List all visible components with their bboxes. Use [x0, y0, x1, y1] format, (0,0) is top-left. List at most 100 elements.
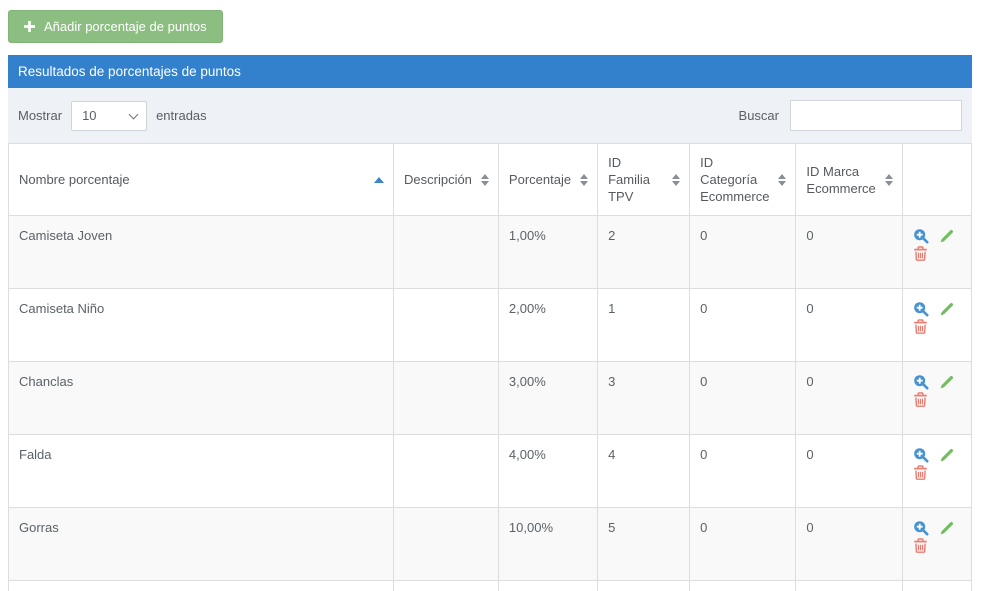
cell-descripcion [393, 580, 499, 591]
column-header-id-familia-tpv[interactable]: ID Familia TPV [597, 143, 691, 216]
entries-select-wrap: 10 [71, 100, 148, 131]
cell-descripcion [393, 215, 499, 289]
panel-header: Resultados de porcentajes de puntos [8, 55, 972, 88]
cell-porcentaje: 2,00% [497, 288, 599, 362]
cell-actions [901, 361, 973, 435]
zoom-in-icon[interactable] [913, 447, 929, 463]
plus-icon [24, 21, 35, 32]
edit-icon[interactable] [939, 520, 955, 536]
results-table: Nombre porcentaje Descripción Porcentaje [8, 143, 973, 591]
search-label: Buscar [738, 108, 779, 123]
delete-icon[interactable] [913, 465, 928, 481]
sort-both-icon [884, 173, 893, 186]
table-row: Camiseta Joven 1,00% 2 0 0 [8, 215, 973, 289]
search-input[interactable] [790, 100, 962, 131]
cell-actions [901, 215, 973, 289]
cell-actions [901, 580, 973, 591]
cell-id-marca-ecommerce: 0 [795, 215, 903, 289]
table-row: Pantalones 8,00% 7 0 0 [8, 580, 973, 591]
cell-id-categoria-ecommerce: 0 [689, 507, 797, 581]
column-header-nombre-porcentaje[interactable]: Nombre porcentaje [8, 143, 394, 216]
table-row: Chanclas 3,00% 3 0 0 [8, 361, 973, 435]
cell-descripcion [393, 434, 499, 508]
cell-id-categoria-ecommerce: 0 [689, 580, 797, 591]
results-panel: Resultados de porcentajes de puntos Most… [8, 55, 973, 591]
delete-icon[interactable] [913, 538, 928, 554]
cell-id-categoria-ecommerce: 0 [689, 215, 797, 289]
cell-id-marca-ecommerce: 0 [795, 288, 903, 362]
cell-nombre: Gorras [8, 507, 394, 581]
cell-actions [901, 507, 973, 581]
cell-id-familia-tpv: 2 [597, 215, 691, 289]
panel-title: Resultados de porcentajes de puntos [18, 64, 241, 79]
cell-porcentaje: 8,00% [497, 580, 599, 591]
cell-id-familia-tpv: 4 [597, 434, 691, 508]
column-label: ID Familia TPV [608, 155, 650, 204]
cell-id-marca-ecommerce: 0 [795, 434, 903, 508]
edit-icon[interactable] [939, 447, 955, 463]
cell-actions [901, 288, 973, 362]
delete-icon[interactable] [913, 246, 928, 262]
cell-id-categoria-ecommerce: 0 [689, 361, 797, 435]
cell-id-familia-tpv: 5 [597, 507, 691, 581]
column-header-id-marca-ecommerce[interactable]: ID Marca Ecommerce [795, 143, 903, 216]
column-header-id-categoria-ecommerce[interactable]: ID Categoría Ecommerce [689, 143, 797, 216]
column-label: Porcentaje [508, 172, 572, 187]
length-label-after: entradas [156, 108, 207, 123]
cell-id-categoria-ecommerce: 0 [689, 434, 797, 508]
length-label-before: Mostrar [18, 108, 63, 123]
cell-id-familia-tpv: 3 [597, 361, 691, 435]
cell-descripcion [393, 361, 499, 435]
zoom-in-icon[interactable] [913, 520, 929, 536]
cell-id-categoria-ecommerce: 0 [689, 288, 797, 362]
column-label: ID Categoría Ecommerce [700, 155, 770, 204]
cell-porcentaje: 3,00% [497, 361, 599, 435]
sort-both-icon [778, 173, 787, 186]
cell-id-familia-tpv: 7 [597, 580, 691, 591]
cell-nombre: Falda [8, 434, 394, 508]
cell-porcentaje: 4,00% [497, 434, 599, 508]
edit-icon[interactable] [939, 301, 955, 317]
cell-id-marca-ecommerce: 0 [795, 361, 903, 435]
column-label: ID Marca Ecommerce [806, 163, 876, 196]
cell-id-marca-ecommerce: 0 [795, 580, 903, 591]
cell-nombre: Chanclas [8, 361, 394, 435]
column-label: Nombre porcentaje [19, 172, 130, 187]
add-percentage-button[interactable]: Añadir porcentaje de puntos [8, 10, 223, 43]
page: Añadir porcentaje de puntos Resultados d… [0, 0, 981, 591]
column-header-porcentaje[interactable]: Porcentaje [497, 143, 599, 216]
cell-descripcion [393, 288, 499, 362]
cell-id-familia-tpv: 1 [597, 288, 691, 362]
cell-nombre: Camiseta Niño [8, 288, 394, 362]
add-percentage-button-label: Añadir porcentaje de puntos [44, 19, 207, 34]
zoom-in-icon[interactable] [913, 374, 929, 390]
edit-icon[interactable] [939, 228, 955, 244]
sort-both-icon [672, 173, 681, 186]
cell-porcentaje: 1,00% [497, 215, 599, 289]
zoom-in-icon[interactable] [913, 228, 929, 244]
sort-both-icon [580, 173, 589, 186]
sort-both-icon [480, 173, 489, 186]
column-header-descripcion[interactable]: Descripción [393, 143, 499, 216]
header-row: Nombre porcentaje Descripción Porcentaje [8, 143, 973, 216]
column-header-actions [901, 143, 973, 216]
length-control: Mostrar 10 entradas [18, 100, 207, 131]
edit-icon[interactable] [939, 374, 955, 390]
delete-icon[interactable] [913, 319, 928, 335]
table-row: Gorras 10,00% 5 0 0 [8, 507, 973, 581]
table-body: Camiseta Joven 1,00% 2 0 0 Camiseta Niño… [8, 215, 973, 591]
cell-actions [901, 434, 973, 508]
cell-porcentaje: 10,00% [497, 507, 599, 581]
table-row: Falda 4,00% 4 0 0 [8, 434, 973, 508]
zoom-in-icon[interactable] [913, 301, 929, 317]
sort-ascending-icon [374, 176, 384, 183]
cell-id-marca-ecommerce: 0 [795, 507, 903, 581]
cell-descripcion [393, 507, 499, 581]
cell-nombre: Camiseta Joven [8, 215, 394, 289]
search-control: Buscar [739, 100, 962, 131]
column-label: Descripción [404, 172, 472, 187]
delete-icon[interactable] [913, 392, 928, 408]
table-row: Camiseta Niño 2,00% 1 0 0 [8, 288, 973, 362]
entries-select[interactable]: 10 [71, 100, 148, 131]
panel-body: Mostrar 10 entradas Buscar Nombre porcen… [8, 88, 973, 591]
